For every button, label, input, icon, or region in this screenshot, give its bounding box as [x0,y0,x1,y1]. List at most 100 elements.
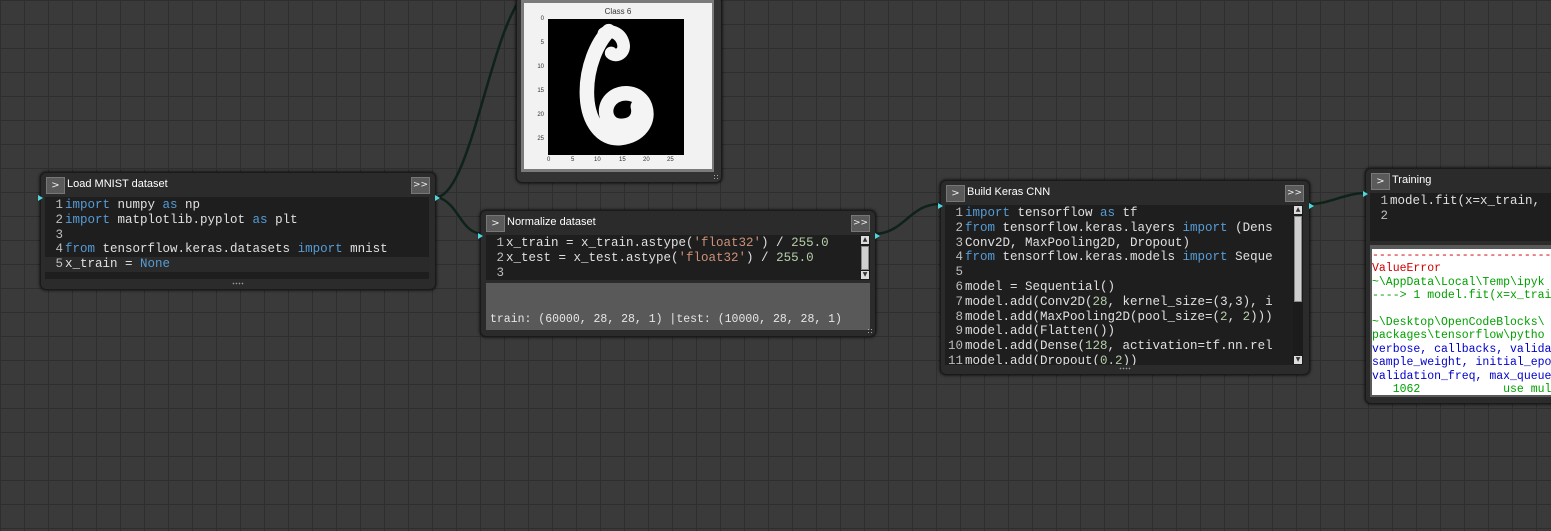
line-number: 1 [55,198,63,212]
run-button[interactable]: > [1371,173,1390,190]
code-token: import [1182,220,1228,235]
line-number: 2 [1380,208,1388,223]
line-number: 1 [1380,194,1388,208]
input-port[interactable] [938,203,943,209]
y-tick: 15 [537,88,544,94]
vertical-scrollbar[interactable]: ▲ ▼ [1293,205,1303,365]
code-line[interactable]: 5 [945,265,1303,280]
input-port[interactable] [478,233,483,239]
code-line[interactable]: 10 model.add(Dense(128, activation=tf.nn.… [945,339,1303,354]
line-number: 2 [496,250,504,265]
code-token: ))) [1250,309,1273,324]
output-splitter[interactable] [1119,367,1131,370]
code-token: import [965,206,1011,220]
block-header[interactable]: > Training [1366,169,1551,193]
block-training[interactable]: > Training 1 model.fit(x=x_train, 2 ------… [1363,168,1551,404]
input-port[interactable] [38,195,43,201]
resize-handle[interactable] [867,328,874,335]
block-load-mnist[interactable]: > Load MNIST dataset >> 1 import numpy as… [38,172,440,290]
scroll-thumb[interactable] [861,246,869,270]
line-number: 3 [55,227,63,242]
code-token: model.add(Dense( [965,339,1086,354]
run-all-button[interactable]: >> [851,215,870,232]
code-line[interactable]: 3 [45,228,429,243]
code-line[interactable]: 2 from tensorflow.keras.layers import (De… [945,221,1303,236]
scroll-up-arrow[interactable]: ▲ [861,236,869,244]
x-tick: 10 [594,157,601,163]
output-port[interactable] [435,195,440,201]
scroll-thumb[interactable] [1294,216,1302,302]
code-line[interactable]: 1 import tensorflow as tf [945,206,1303,221]
run-button[interactable]: > [946,185,965,202]
code-line[interactable]: 7 model.add(Conv2D(28, kernel_size=(3,3),… [945,295,1303,310]
code-line[interactable]: 1 model.fit(x=x_train, [1370,194,1551,209]
edge-normalize-to-cnn [875,202,941,236]
code-token: ) / [761,236,792,250]
code-line[interactable]: 8 model.add(MaxPooling2D(pool_size=(2, 2)… [945,310,1303,325]
plot-figure: Class 6 0 5 10 15 20 25 0 5 10 15 20 25 [524,3,712,169]
code-line[interactable]: 2 x_test = x_test.astype('float32') / 255… [486,251,870,266]
image-output-block[interactable]: Class 6 0 5 10 15 20 25 0 5 10 15 20 25 [516,0,722,183]
code-line[interactable]: 2 [1370,209,1551,224]
x-tick: 0 [547,157,551,163]
code-lines: 1 model.fit(x=x_train, 2 [1370,193,1551,224]
block-header[interactable]: > Load MNIST dataset >> [41,173,435,197]
code-line[interactable]: 6 model = Sequential() [945,280,1303,295]
line-number: 5 [955,265,963,280]
plot-area: Class 6 0 5 10 15 20 25 0 5 10 15 20 25 [521,0,714,172]
code-line[interactable]: 4 from tensorflow.keras.models import Seq… [945,250,1303,265]
line-number: 3 [955,235,963,250]
code-editor[interactable]: 1 model.fit(x=x_train, 2 [1370,193,1551,241]
code-line[interactable]: 2 import matplotlib.pyplot as plt [45,213,429,228]
code-line[interactable]: 11 model.add(Dropout(0.2)) [945,354,1303,365]
block-header[interactable]: > Build Keras CNN >> [941,181,1309,205]
traceback-line: 1062 use mult [1372,383,1551,395]
run-button[interactable]: > [486,215,505,232]
code-token: (Dens [1227,220,1273,235]
scroll-up-arrow[interactable]: ▲ [1294,206,1302,214]
resize-handle[interactable] [713,174,720,181]
edge-cnn-to-training [1309,191,1367,206]
vertical-scrollbar[interactable]: ▲ ▼ [860,235,870,280]
x-tick: 15 [619,157,626,163]
code-line[interactable]: 5 x_train = None [45,257,429,272]
code-line[interactable]: 1 import numpy as np [45,198,429,213]
code-token: Conv2D, MaxPooling2D, Dropout) [965,235,1191,250]
block-build-keras-cnn[interactable]: > Build Keras CNN >> 1 import tensorflow … [938,180,1314,375]
run-button[interactable]: > [46,177,65,194]
code-lines: 1 import tensorflow as tf 2 from tensorflow… [945,205,1303,365]
code-token: model = Sequential() [965,279,1116,294]
scroll-down-arrow[interactable]: ▼ [861,271,869,279]
code-editor[interactable]: 1 import numpy as np 2 import matplotlib.py… [45,197,429,279]
code-line[interactable]: 9 model.add(Flatten()) [945,324,1303,339]
code-editor[interactable]: 1 import tensorflow as tf 2 from tensorflow… [945,205,1303,365]
code-token: tensorflow.keras.models [995,250,1183,265]
code-lines: 1 import numpy as np 2 import matplotlib.py… [45,197,429,272]
code-editor[interactable]: 1 x_train = x_train.astype('float32') / 2… [486,235,870,280]
output-splitter[interactable] [232,282,244,285]
block-header[interactable]: > Normalize dataset >> [481,211,875,235]
code-line[interactable]: 4 from tensorflow.keras.datasets import m… [45,242,429,257]
code-token: 'float32' [678,250,747,265]
run-all-button[interactable]: >> [411,177,430,194]
code-line[interactable]: 3 Conv2D, MaxPooling2D, Dropout) [945,236,1303,251]
code-token: tf [1115,206,1138,220]
code-token: as [252,212,268,227]
code-line[interactable]: 3 [486,266,870,280]
y-tick: 10 [537,64,544,70]
output-port[interactable] [1309,203,1314,209]
y-axis-ticks: 0 5 10 15 20 25 [532,16,546,155]
line-number: 2 [955,220,963,235]
line-number: 4 [955,250,963,265]
traceback-line: ValueError [1372,262,1442,276]
code-token: model.fit(x=x_train, [1390,194,1541,208]
scroll-down-arrow[interactable]: ▼ [1294,356,1302,364]
code-token: as [1100,206,1116,220]
code-token: x_test = x_test.astype( [506,250,679,265]
output-port[interactable] [875,233,880,239]
block-normalize-dataset[interactable]: > Normalize dataset >> 1 x_train = x_trai… [478,210,880,337]
code-token: , activation=tf.nn.rel [1107,339,1273,354]
code-line[interactable]: 1 x_train = x_train.astype('float32') / 2… [486,236,870,251]
input-port[interactable] [1363,191,1368,197]
run-all-button[interactable]: >> [1285,185,1304,202]
